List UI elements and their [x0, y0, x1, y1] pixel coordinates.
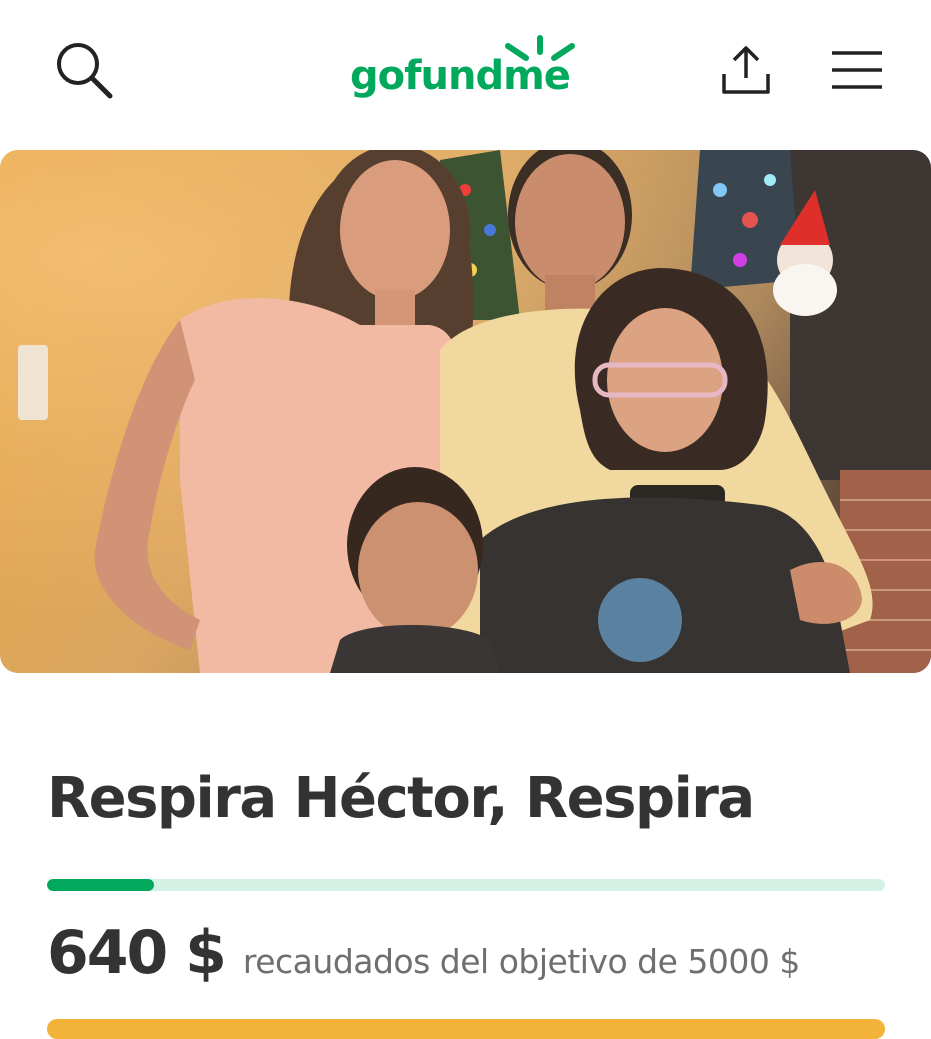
donation-progress-fill: [47, 879, 155, 891]
search-button[interactable]: [44, 30, 124, 110]
share-icon: [722, 46, 770, 94]
amount-raised-summary: 640 $ recaudados del objetivo de 5000 $: [47, 918, 800, 988]
menu-button[interactable]: [816, 30, 896, 110]
logo-sun-rays-icon: [505, 35, 575, 61]
raised-goal-label: recaudados del objetivo de 5000 $: [242, 942, 800, 981]
share-button[interactable]: [706, 30, 786, 110]
menu-icon: [832, 51, 882, 89]
search-icon: [57, 43, 113, 99]
family-photo: [0, 150, 931, 673]
campaign-title: Respira Héctor, Respira: [47, 766, 755, 831]
top-nav-bar: gofundme: [0, 0, 931, 150]
campaign-hero-image[interactable]: [0, 150, 931, 673]
donation-progress-bar: [47, 879, 885, 891]
donate-button[interactable]: [47, 1019, 885, 1039]
raised-amount: 640 $: [47, 918, 227, 988]
gofundme-logo[interactable]: gofundme: [346, 30, 586, 110]
